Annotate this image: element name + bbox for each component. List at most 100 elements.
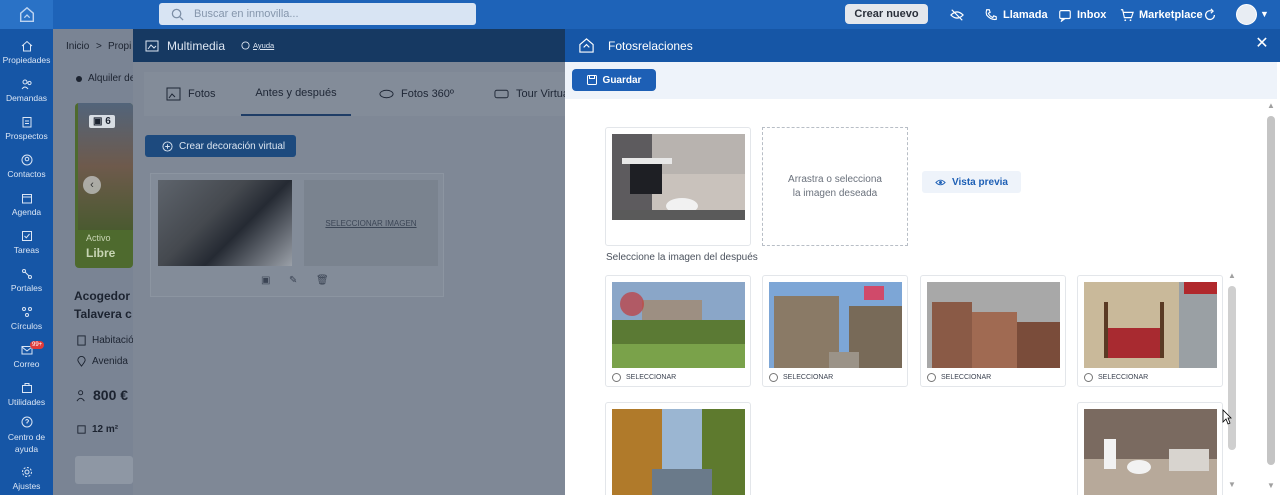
chevron-down-icon[interactable]: ▼ — [1260, 9, 1269, 19]
image-option-card[interactable]: SELECCIONAR — [762, 275, 908, 387]
select-image-slot[interactable]: SELECCIONAR IMAGEN — [304, 180, 438, 266]
tab-tour-virtual[interactable]: Tour Virtua — [494, 72, 569, 116]
radio-button[interactable] — [1084, 373, 1093, 382]
grid-scrollbar-thumb[interactable] — [1228, 286, 1236, 450]
select-radio-row[interactable]: SELECCIONAR — [927, 373, 991, 382]
photo-icon — [166, 87, 181, 101]
visibility-toggle[interactable] — [950, 0, 969, 29]
carousel-prev-button[interactable]: ‹ — [83, 176, 101, 194]
marketplace-button[interactable]: Marketplace — [1120, 0, 1203, 29]
guardar-button[interactable]: Guardar — [572, 69, 656, 91]
before-after-panel: SELECCIONAR IMAGEN ▣ ✎ 🗑 — [150, 173, 444, 297]
sidebar-item-agenda[interactable]: Agenda — [0, 192, 53, 217]
multimedia-title: Multimedia — [167, 38, 226, 53]
sidebar-item-utilidades[interactable]: Utilidades — [0, 382, 53, 407]
autumn-river-image — [612, 409, 745, 495]
clipboard-icon — [22, 117, 31, 128]
inbox-label: Inbox — [1077, 8, 1107, 21]
river-park-image — [612, 282, 745, 368]
llamada-label: Llamada — [1003, 8, 1048, 21]
sidebar-item-label: Correo — [13, 359, 40, 369]
sidebar-item-label: Demandas — [5, 93, 48, 103]
refresh-button[interactable] — [1203, 0, 1222, 29]
users-icon — [21, 79, 32, 90]
property-action-button[interactable] — [75, 456, 133, 484]
sidebar-item-label: Utilidades — [7, 397, 46, 407]
breadcrumb-home[interactable]: Inicio — [66, 41, 89, 52]
app-logo[interactable] — [0, 0, 53, 29]
user-avatar[interactable] — [1236, 4, 1257, 25]
sidebar-item-demandas[interactable]: Demandas — [0, 78, 53, 103]
sidebar-item-label: Contactos — [7, 169, 46, 179]
search-input[interactable] — [194, 8, 454, 20]
property-price: 800 € — [76, 387, 128, 403]
multimedia-tabs: Fotos Antes y después Fotos 360º Tour Vi… — [144, 72, 569, 116]
property-page-content: Inicio > Propi Alquiler de ▣ 6 ‹ Activo … — [53, 29, 133, 495]
tab-fotos[interactable]: Fotos — [166, 72, 216, 116]
select-radio-row[interactable]: SELECCIONAR — [612, 373, 676, 382]
sidebar-item-label: Ajustes — [12, 481, 41, 491]
refresh-icon — [1205, 7, 1215, 20]
sidebar-item-contactos[interactable]: Contactos — [0, 154, 53, 179]
image-edit-icon[interactable]: ▣ — [261, 275, 270, 286]
before-image[interactable] — [158, 180, 292, 266]
llamada-button[interactable]: Llamada — [984, 0, 1048, 29]
select-radio-row[interactable]: SELECCIONAR — [1084, 373, 1148, 382]
image-option-card[interactable] — [1077, 402, 1223, 495]
photo-count-badge: ▣ 6 — [89, 115, 115, 128]
trash-icon[interactable]: 🗑 — [316, 275, 329, 286]
sidebar-item-centro-ayuda[interactable]: Centro de ayuda — [0, 416, 53, 455]
fotosrelaciones-title: Fotosrelaciones — [608, 38, 693, 53]
grid-scroll-up-arrow[interactable]: ▲ — [1228, 271, 1236, 280]
tasks-icon — [21, 231, 32, 241]
global-search[interactable] — [159, 3, 476, 25]
mouse-cursor-icon — [1222, 409, 1232, 425]
tab-fotos-360[interactable]: Fotos 360º — [379, 72, 454, 116]
crear-nuevo-button[interactable]: Crear nuevo — [845, 4, 928, 24]
sidebar-item-tareas[interactable]: Tareas — [0, 230, 53, 255]
image-option-card[interactable]: SELECCIONAR — [920, 275, 1066, 387]
image-dropzone[interactable]: Arrastra o selecciona la imagen deseada — [762, 127, 908, 246]
scroll-up-arrow[interactable]: ▲ — [1267, 101, 1275, 110]
hanging-houses-image — [927, 282, 1060, 368]
scroll-down-arrow[interactable]: ▼ — [1267, 481, 1275, 490]
sidebar-item-prospectos[interactable]: Prospectos — [0, 116, 53, 141]
multimedia-help-link[interactable]: Ayuda — [241, 41, 274, 50]
breadcrumb-propiedades[interactable]: Propi — [108, 41, 131, 52]
status-availability: Libre — [86, 246, 116, 260]
image-option-card[interactable] — [605, 402, 751, 495]
inbox-icon — [1059, 9, 1071, 22]
crear-decoracion-button[interactable]: Crear decoración virtual — [145, 135, 296, 157]
radio-button[interactable] — [612, 373, 621, 382]
eye-icon — [935, 179, 946, 185]
select-radio-row[interactable]: SELECCIONAR — [769, 373, 833, 382]
sidebar-item-ajustes[interactable]: Ajustes — [0, 466, 53, 491]
contact-icon — [21, 154, 32, 166]
add-circle-icon — [162, 140, 173, 152]
tab-antes-despues[interactable]: Antes y después — [241, 72, 351, 116]
sidebar-item-label: Agenda — [11, 207, 42, 217]
gear-icon — [21, 467, 32, 477]
grid-scroll-down-arrow[interactable]: ▼ — [1228, 480, 1236, 489]
status-active: Activo — [86, 233, 111, 243]
calendar-icon — [21, 194, 32, 204]
sidebar-item-correo[interactable]: 99+ Correo — [0, 341, 53, 369]
pencil-icon[interactable]: ✎ — [289, 275, 297, 286]
property-card[interactable]: ▣ 6 ‹ Activo Libre — [75, 103, 133, 268]
help-circle-icon — [241, 41, 250, 50]
people-icon — [76, 389, 85, 401]
close-icon[interactable]: ✕ — [1255, 36, 1269, 52]
panel-scrollbar-thumb[interactable] — [1267, 116, 1275, 465]
sidebar-item-circulos[interactable]: Círculos — [0, 306, 53, 331]
stone-houses-image — [769, 282, 902, 368]
vista-previa-button[interactable]: Vista previa — [922, 171, 1021, 193]
image-option-card[interactable]: SELECCIONAR — [1077, 275, 1223, 387]
radio-button[interactable] — [769, 373, 778, 382]
radio-button[interactable] — [927, 373, 936, 382]
property-address-row: Avenida — [76, 356, 128, 367]
help-icon — [21, 416, 32, 428]
sidebar-item-propiedades[interactable]: Propiedades — [0, 40, 53, 65]
inbox-button[interactable]: Inbox — [1058, 0, 1106, 29]
image-option-card[interactable]: SELECCIONAR — [605, 275, 751, 387]
sidebar-item-portales[interactable]: Portales — [0, 268, 53, 293]
